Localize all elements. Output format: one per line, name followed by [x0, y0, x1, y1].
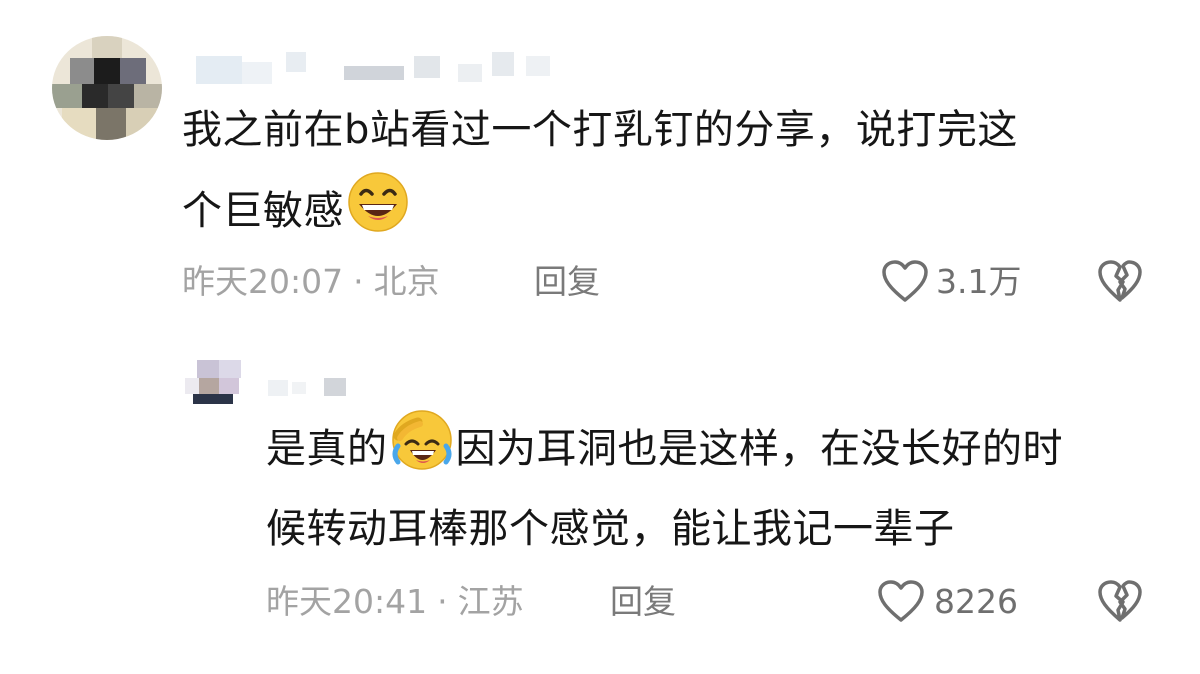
username-blurred[interactable]	[268, 374, 358, 408]
comment-time: 昨天20:07	[182, 262, 344, 301]
grinning-sweat-emoji	[346, 170, 410, 234]
username-blurred[interactable]	[196, 50, 566, 84]
reply-button[interactable]: 回复	[610, 582, 676, 622]
comment-location: 北京	[373, 262, 440, 301]
comment-text: 我之前在b站看过一个打乳钉的分享，说打完这 个巨敏感	[182, 90, 1018, 251]
comment-text-line: 候转动耳棒那个感觉，能让我记一辈子	[266, 506, 955, 552]
comment-time: 昨天20:41	[266, 582, 428, 621]
like-count: 8226	[934, 582, 1018, 621]
comment-text-line: 个巨敏感	[182, 170, 1018, 251]
reply-text: 是真的 因为耳洞也是这样，在没长好的时 候转动耳棒那个感觉，能让我记一辈子	[266, 408, 1063, 569]
meta-separator: ·	[437, 582, 448, 621]
avatar[interactable]	[52, 36, 162, 140]
comment-location: 江苏	[457, 582, 524, 621]
heart-outline-icon[interactable]	[880, 258, 930, 304]
comment-text-line: 我之前在b站看过一个打乳钉的分享，说打完这	[182, 107, 1018, 153]
reply-button[interactable]: 回复	[534, 262, 600, 302]
meta-separator: ·	[353, 262, 364, 301]
avatar[interactable]	[185, 360, 253, 404]
broken-heart-icon[interactable]	[1096, 258, 1144, 304]
rolling-laughing-emoji	[390, 408, 454, 472]
like-count: 3.1万	[936, 262, 1022, 301]
comment-text-line: 是真的 因为耳洞也是这样，在没长好的时	[266, 408, 1063, 489]
heart-outline-icon[interactable]	[876, 578, 926, 624]
comment-meta: 昨天20:07 · 北京	[182, 262, 440, 302]
comment-meta: 昨天20:41 · 江苏	[266, 582, 524, 622]
broken-heart-icon[interactable]	[1096, 578, 1144, 624]
